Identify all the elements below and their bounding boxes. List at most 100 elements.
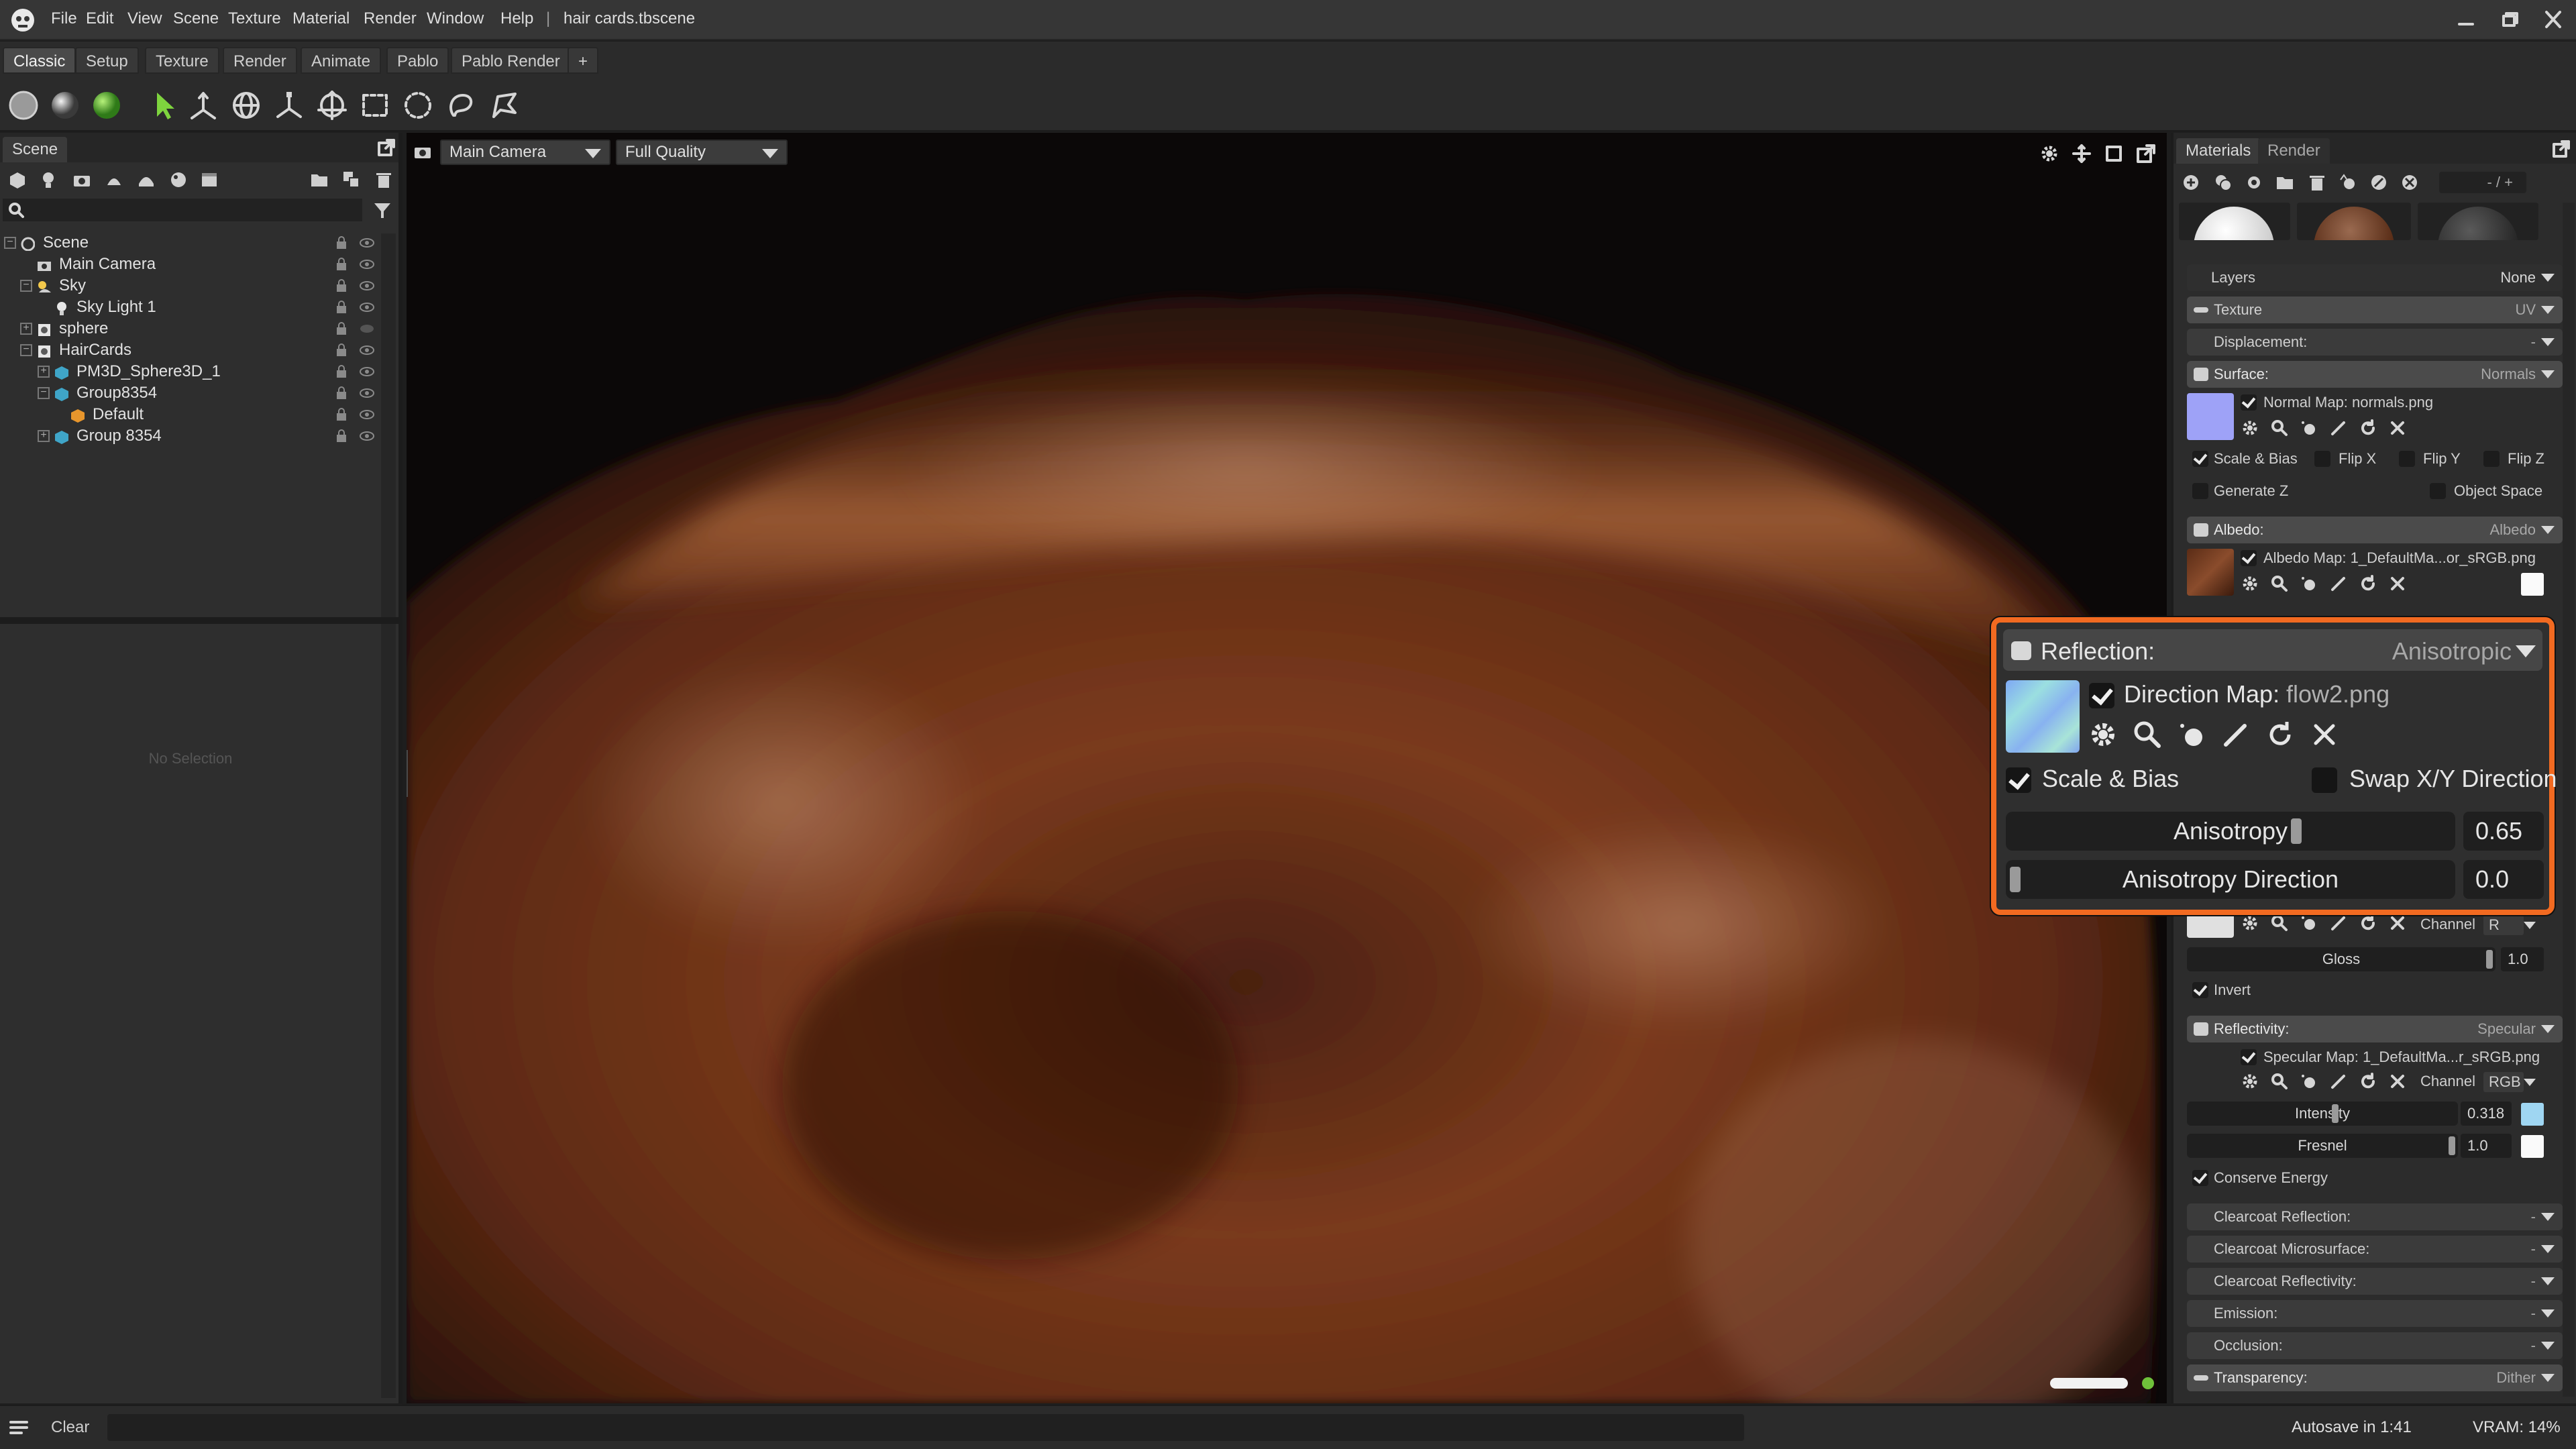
- material-folder-icon[interactable]: [2275, 173, 2294, 192]
- reflectivity-section[interactable]: Reflectivity: Specular: [2187, 1016, 2563, 1042]
- move-tool-icon[interactable]: [188, 90, 219, 121]
- add-light-icon[interactable]: [39, 170, 58, 189]
- layers-row[interactable]: Layers None: [2187, 264, 2563, 291]
- minimize-icon[interactable]: [2453, 8, 2479, 32]
- export-material-icon[interactable]: [2369, 173, 2388, 192]
- tab-render-settings[interactable]: Render: [2258, 138, 2330, 164]
- tree-row-sky-light[interactable]: Sky Light 1: [0, 297, 396, 318]
- lock-icon[interactable]: [335, 429, 347, 443]
- menu-render[interactable]: Render: [364, 9, 417, 28]
- texture-settings-icon[interactable]: [2088, 719, 2118, 750]
- texture-section[interactable]: Texture UV: [2187, 297, 2563, 323]
- shading-full-icon[interactable]: [91, 90, 122, 121]
- tree-row-pm3d-sphere[interactable]: + PM3D_Sphere3D_1: [0, 361, 396, 382]
- visibility-icon[interactable]: [360, 345, 374, 356]
- menu-window[interactable]: Window: [427, 9, 484, 28]
- swap-xy-checkbox[interactable]: [2312, 767, 2337, 793]
- normal-map-checkbox[interactable]: [2241, 394, 2257, 411]
- material-swatch-dark[interactable]: [2418, 203, 2538, 240]
- shading-flat-icon[interactable]: [8, 90, 39, 121]
- chevron-down-icon[interactable]: [2516, 645, 2536, 657]
- panel-splitter[interactable]: [0, 617, 398, 624]
- texture-reload-icon[interactable]: [2359, 419, 2377, 437]
- tab-setup[interactable]: Setup: [75, 47, 139, 74]
- anisotropy-direction-value[interactable]: 0.0: [2463, 860, 2544, 899]
- lock-icon[interactable]: [335, 322, 347, 335]
- specular-color-swatch[interactable]: [2521, 1103, 2544, 1126]
- texture-remove-icon[interactable]: [2388, 1072, 2407, 1091]
- add-material-icon[interactable]: [2182, 173, 2200, 192]
- close-window-icon[interactable]: [2540, 8, 2567, 32]
- tree-row-default[interactable]: Default: [0, 404, 396, 425]
- texture-reload-icon[interactable]: [2359, 574, 2377, 593]
- texture-settings-icon[interactable]: [2241, 1072, 2259, 1091]
- visibility-icon[interactable]: [360, 366, 374, 377]
- scale-bias-checkbox[interactable]: [2006, 767, 2031, 793]
- texture-search-icon[interactable]: [2132, 719, 2163, 750]
- visibility-icon[interactable]: [360, 388, 374, 398]
- lock-icon[interactable]: [335, 301, 347, 314]
- add-tab-button[interactable]: +: [568, 47, 599, 74]
- texture-preview-icon[interactable]: [2300, 914, 2318, 932]
- scene-tab[interactable]: Scene: [3, 137, 68, 162]
- menu-help[interactable]: Help: [500, 9, 533, 28]
- circle-select-icon[interactable]: [402, 90, 433, 121]
- pick-material-icon[interactable]: [2245, 173, 2263, 192]
- intensity-slider[interactable]: Intensity: [2187, 1102, 2458, 1126]
- lock-icon[interactable]: [335, 408, 347, 421]
- popout-icon[interactable]: [2552, 140, 2571, 158]
- tree-row-group8354[interactable]: − Group8354: [0, 382, 396, 404]
- reflection-mode[interactable]: Anisotropic: [2392, 637, 2512, 665]
- add-material-icon[interactable]: [169, 170, 188, 189]
- viewport[interactable]: Main Camera Full Quality: [407, 133, 2167, 1403]
- invert-checkbox[interactable]: [2192, 982, 2208, 998]
- clear-log-button[interactable]: Clear: [51, 1418, 89, 1437]
- material-swatch-hair[interactable]: [2297, 203, 2411, 240]
- duplicate-icon[interactable]: [342, 170, 361, 189]
- flip-y-checkbox[interactable]: [2399, 451, 2415, 467]
- visibility-icon[interactable]: [360, 431, 374, 441]
- texture-settings-icon[interactable]: [2241, 574, 2259, 593]
- tree-row-main-camera[interactable]: Main Camera: [0, 254, 396, 275]
- rotate-tool-icon[interactable]: [231, 90, 262, 121]
- lock-icon[interactable]: [335, 343, 347, 357]
- albedo-map-thumbnail[interactable]: [2187, 549, 2234, 596]
- lock-icon[interactable]: [335, 279, 347, 292]
- tab-render[interactable]: Render: [223, 47, 297, 74]
- clearcoat-reflection-section[interactable]: Clearcoat Reflection: -: [2187, 1203, 2563, 1230]
- hidden-icon[interactable]: [360, 323, 374, 334]
- texture-remove-icon[interactable]: [2388, 914, 2407, 932]
- texture-search-icon[interactable]: [2270, 914, 2289, 932]
- tab-pablo[interactable]: Pablo: [386, 47, 449, 74]
- material-index[interactable]: - / +: [2439, 172, 2526, 193]
- normal-map-thumbnail[interactable]: [2187, 393, 2234, 440]
- camera-dropdown[interactable]: Main Camera: [440, 140, 610, 165]
- lock-icon[interactable]: [335, 386, 347, 400]
- scale-bias-checkbox[interactable]: [2192, 451, 2208, 467]
- direction-map-thumbnail[interactable]: [2006, 680, 2080, 753]
- gloss-map-thumbnail[interactable]: [2187, 911, 2234, 938]
- texture-reload-icon[interactable]: [2265, 719, 2296, 750]
- texture-remove-icon[interactable]: [2388, 419, 2407, 437]
- anisotropy-value[interactable]: 0.65: [2463, 812, 2544, 851]
- texture-edit-icon[interactable]: [2329, 419, 2348, 437]
- tree-row-haircards[interactable]: − HairCards: [0, 339, 396, 361]
- albedo-color-swatch[interactable]: [2521, 573, 2544, 596]
- generate-z-checkbox[interactable]: [2192, 483, 2208, 499]
- lasso-select-icon[interactable]: [445, 90, 476, 121]
- tab-pablo-render[interactable]: Pablo Render: [451, 47, 571, 74]
- texture-reload-icon[interactable]: [2359, 914, 2377, 932]
- texture-reload-icon[interactable]: [2359, 1072, 2377, 1091]
- direction-map-checkbox[interactable]: [2089, 683, 2114, 708]
- filter-icon[interactable]: [373, 201, 392, 220]
- rect-select-icon[interactable]: [360, 90, 390, 121]
- texture-settings-icon[interactable]: [2241, 419, 2259, 437]
- texture-edit-icon[interactable]: [2329, 1072, 2348, 1091]
- gloss-channel-select[interactable]: R: [2483, 915, 2536, 935]
- transparency-section[interactable]: Transparency: Dither: [2187, 1364, 2563, 1391]
- clearcoat-reflectivity-section[interactable]: Clearcoat Reflectivity: -: [2187, 1268, 2563, 1295]
- tree-row-sky[interactable]: − Sky: [0, 275, 396, 297]
- gloss-slider[interactable]: Gloss: [2187, 947, 2496, 971]
- tree-row-sphere[interactable]: + sphere: [0, 318, 396, 339]
- surface-section[interactable]: Surface: Normals: [2187, 361, 2563, 388]
